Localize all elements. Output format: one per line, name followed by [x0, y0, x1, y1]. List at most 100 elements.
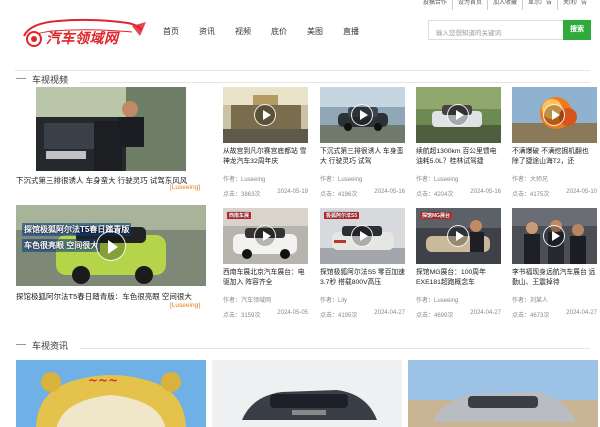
video-thumb[interactable]: [512, 87, 597, 143]
video-stats: 点击：4196次 2024-05-16: [320, 189, 405, 198]
video-author: 作者：大师兄: [512, 177, 549, 183]
nav-item-video[interactable]: 视频: [235, 26, 251, 37]
play-icon: [543, 104, 565, 126]
video-views: 点击：3159次: [223, 313, 261, 319]
site-logo[interactable]: 汽车领域网: [20, 14, 150, 48]
video-author: 作者：Lily: [320, 298, 348, 304]
video-card[interactable]: 李书福现身远航汽车展台 远勤山、王震掉待 作者：刘某人 点击：4673次 2024…: [512, 208, 597, 328]
video-author: 作者：Luseeing: [320, 177, 363, 183]
top-link-show-ads[interactable]: 显示广告: [521, 0, 557, 10]
video-date: 2024-05-19: [277, 189, 308, 195]
section-title-video: 车视视频: [15, 75, 69, 85]
top-link-submit[interactable]: 投稿合作: [418, 0, 452, 10]
play-icon: [447, 225, 469, 247]
video-author: 作者：刘某人: [512, 298, 549, 304]
play-icon: [351, 225, 373, 247]
video-title[interactable]: 西南车展北京汽车展台：电驱加入 阵容齐全: [223, 268, 308, 288]
thumb-overlay-text: 探馆MG展台: [420, 212, 453, 219]
thumb-overlay-text: 极狐阿尔法S5: [324, 212, 360, 219]
top-link-hide-ads[interactable]: 关闭广告: [556, 0, 592, 10]
play-icon[interactable]: [96, 231, 126, 261]
video-date: 2024-04-27: [470, 310, 501, 316]
video-author: 作者：汽车领域网: [223, 298, 272, 304]
video-thumb[interactable]: 极狐阿尔法S5: [320, 208, 405, 264]
logo-text: 汽车领域网: [46, 30, 119, 46]
video-thumb[interactable]: [512, 208, 597, 264]
featured-thumb-1[interactable]: [36, 87, 186, 171]
section-line: [80, 82, 590, 83]
play-icon: [543, 225, 565, 247]
video-card[interactable]: 极狐阿尔法S5 探馆极狐阿尔法S5 零百加速3.7秒 搭载800V高压 作者：L…: [320, 208, 405, 328]
video-views: 点击：3863次: [223, 192, 261, 198]
search-input[interactable]: 输入您想知道的关键词: [428, 20, 563, 40]
svg-text:~~~: ~~~: [88, 373, 118, 387]
video-title[interactable]: 续航超1300km 百公里馈电油耗5.0L？桂林试驾捷: [416, 147, 501, 167]
video-views: 点击：4196次: [320, 192, 358, 198]
nav-item-live[interactable]: 直播: [343, 26, 359, 37]
video-card[interactable]: 不满爆破 不满挖掘机翻也 除了捷途山海T2，还 作者：大师兄 点击：4175次 2…: [512, 87, 597, 207]
video-thumb[interactable]: 探馆MG展台: [416, 208, 501, 264]
video-author: 作者：Luseeing: [416, 298, 459, 304]
video-stats: 点击：4175次 2024-05-10: [512, 189, 597, 198]
section-title-news: 车视资讯: [15, 341, 69, 351]
site-header: 汽车领域网 首页 资讯 视频 底价 美图 直播 输入您想知道的关键词 搜索: [0, 10, 600, 52]
video-card[interactable]: 探馆MG展台 探馆MG展台：100周年EXE181超跑概念车 作者：Luseei…: [416, 208, 501, 328]
video-date: 2024-05-16: [470, 189, 501, 195]
video-thumb[interactable]: 西南车展: [223, 208, 308, 264]
search-button[interactable]: 搜索: [563, 20, 591, 40]
play-icon: [351, 104, 373, 126]
header-divider: [15, 70, 590, 71]
video-stats: 点击：4195次 2024-04-27: [320, 310, 405, 319]
video-views: 点击：4699次: [416, 313, 454, 319]
video-date: 2024-05-16: [374, 189, 405, 195]
section-line: [80, 348, 590, 349]
nav-item-photos[interactable]: 美图: [307, 26, 323, 37]
video-title[interactable]: 探馆MG展台：100周年EXE181超跑概念车: [416, 268, 501, 288]
video-author: 作者：Luseeing: [223, 177, 266, 183]
video-title[interactable]: 下沉式第三排很诱人 车身蛮大 行驶灵巧 试驾: [320, 147, 405, 167]
nav-item-price[interactable]: 底价: [271, 26, 287, 37]
video-views: 点击：4175次: [512, 192, 550, 198]
video-date: 2024-05-10: [566, 189, 597, 195]
video-date: 2024-04-27: [374, 310, 405, 316]
video-title[interactable]: 探馆极狐阿尔法S5 零百加速3.7秒 搭载800V高压: [320, 268, 405, 288]
nav-item-news[interactable]: 资讯: [199, 26, 215, 37]
top-link-favorite[interactable]: 加入收藏: [486, 0, 522, 10]
video-card[interactable]: 下沉式第三排很诱人 车身蛮大 行驶灵巧 试驾 作者：Luseeing 点击：41…: [320, 87, 405, 207]
featured-title-2[interactable]: 探馆极狐阿尔法T5春日踏青版：车色很亮眼 空间很大: [16, 292, 206, 302]
video-card[interactable]: 西南车展 西南车展北京汽车展台：电驱加入 阵容齐全 作者：汽车领域网 点击：31…: [223, 208, 308, 328]
video-stats: 点击：4204次 2024-05-16: [416, 189, 501, 198]
video-thumb[interactable]: [320, 87, 405, 143]
news-thumb-3[interactable]: [408, 360, 598, 427]
video-stats: 点击：4673次 2024-04-27: [512, 310, 597, 319]
video-views: 点击：4673次: [512, 313, 550, 319]
video-card[interactable]: 续航超1300km 百公里馈电油耗5.0L？桂林试驾捷 作者：Luseeing …: [416, 87, 501, 207]
featured-title-1[interactable]: 下沉式第三排很诱人 车身蛮大 行驶灵巧 试驾东风风: [16, 176, 196, 186]
news-thumb-2[interactable]: [212, 360, 402, 427]
thumb-overlay-text: 西南车展: [227, 212, 252, 219]
main-nav: 首页 资讯 视频 底价 美图 直播: [163, 26, 379, 37]
video-date: 2024-04-27: [566, 310, 597, 316]
top-link-set-home[interactable]: 设为首页: [451, 0, 487, 10]
play-icon: [254, 104, 276, 126]
video-title[interactable]: 李书福现身远航汽车展台 远勤山、王震掉待: [512, 268, 597, 288]
featured-source-1: [Luseeing]: [170, 184, 200, 191]
video-title[interactable]: 从故宫到凡尔赛宫底都站 雪神龙汽车32周年庆: [223, 147, 308, 167]
featured-thumb-2[interactable]: 探馆极狐阿尔法T5春日踏青版 车色很亮眼 空间很大: [16, 205, 206, 286]
video-thumb[interactable]: [416, 87, 501, 143]
video-views: 点击：4195次: [320, 313, 358, 319]
news-thumb-1[interactable]: ~~~: [16, 360, 206, 427]
nav-item-home[interactable]: 首页: [163, 26, 179, 37]
video-title[interactable]: 不满爆破 不满挖掘机翻也 除了捷途山海T2，还: [512, 147, 597, 167]
video-stats: 点击：3159次 2024-05-05: [223, 310, 308, 319]
top-links-bar: 投稿合作 设为首页 加入收藏 显示广告 关闭广告: [418, 0, 592, 10]
play-icon: [447, 104, 469, 126]
featured-source-2: [Luseeing]: [170, 302, 200, 309]
featured-overlay-line2: 车色很亮眼 空间很大: [22, 239, 101, 252]
video-date: 2024-05-05: [277, 310, 308, 316]
play-icon: [254, 225, 276, 247]
video-views: 点击：4204次: [416, 192, 454, 198]
video-stats: 点击：3863次 2024-05-19: [223, 189, 308, 198]
video-thumb[interactable]: [223, 87, 308, 143]
video-card[interactable]: 从故宫到凡尔赛宫底都站 雪神龙汽车32周年庆 作者：Luseeing 点击：38…: [223, 87, 308, 207]
